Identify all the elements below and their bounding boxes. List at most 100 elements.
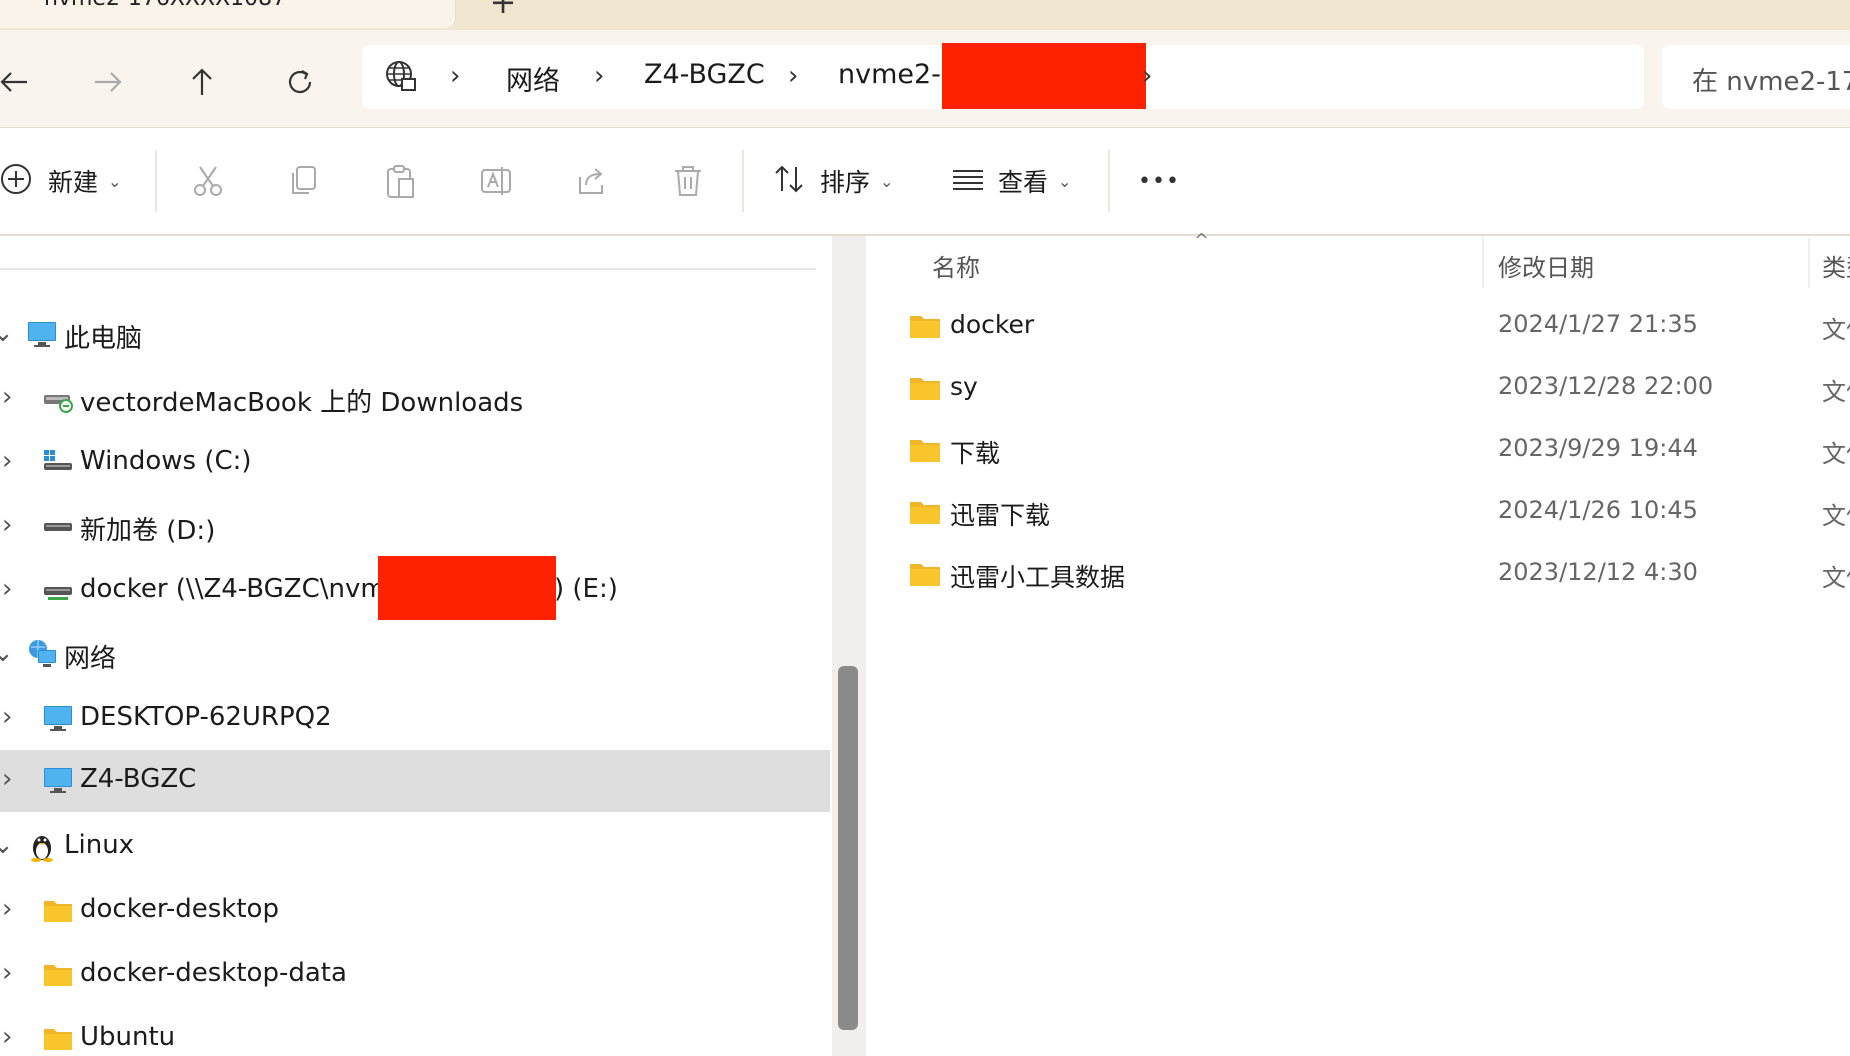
new-button[interactable]: 新建 ⌄	[0, 156, 121, 206]
folder-icon	[44, 901, 72, 922]
address-bar[interactable]: › 网络 › Z4-BGZC › nvme2-1 ›	[362, 43, 1644, 109]
tab-active[interactable]: nvme2-176XXXX1087 ✕	[0, 0, 456, 28]
nav-item-desktop-62urpq2[interactable]: › DESKTOP-62URPQ2	[0, 688, 830, 750]
breadcrumb-separator: ›	[1142, 61, 1153, 91]
network-drive-icon	[44, 587, 72, 600]
more-options-button[interactable]: •••	[1138, 156, 1180, 206]
share-button[interactable]	[574, 156, 610, 206]
refresh-button[interactable]	[270, 52, 330, 112]
nav-item-label: docker-desktop	[80, 894, 279, 924]
divider	[742, 150, 744, 212]
column-header-modified[interactable]: 修改日期	[1498, 248, 1594, 283]
nav-item-windows-c[interactable]: › Windows (C:)	[0, 432, 830, 494]
chevron-down-icon[interactable]: ⌄	[0, 318, 14, 348]
nav-item-z4-bgzc[interactable]: › Z4-BGZC	[0, 750, 830, 812]
file-name: 迅雷小工具数据	[950, 563, 1126, 592]
arrow-right-icon	[95, 72, 122, 92]
network-icon	[29, 640, 56, 667]
plus-circle-icon	[0, 161, 36, 201]
drive-icon	[44, 523, 72, 531]
chevron-right-icon[interactable]: ›	[2, 510, 12, 540]
view-label: 查看	[998, 168, 1049, 197]
chevron-right-icon[interactable]: ›	[2, 894, 12, 924]
file-row[interactable]: docker 2024/1/27 21:35 文件	[868, 298, 1850, 356]
file-name: docker	[950, 310, 1035, 339]
nav-item-label: Windows (C:)	[80, 446, 252, 476]
breadcrumb-item-network[interactable]: 网络	[506, 59, 560, 98]
new-tab-button[interactable]: +	[488, 0, 518, 20]
chevron-right-icon[interactable]: ›	[2, 702, 12, 732]
chevron-right-icon[interactable]: ›	[2, 574, 12, 604]
file-row[interactable]: sy 2023/12/28 22:00 文件	[868, 360, 1850, 418]
file-name: 下载	[950, 439, 1001, 468]
chevron-right-icon[interactable]: ›	[2, 1022, 12, 1052]
more-dots-icon: •••	[1138, 168, 1180, 194]
up-button[interactable]	[172, 52, 232, 112]
breadcrumb-separator: ›	[594, 61, 605, 91]
column-header-name[interactable]: 名称	[932, 248, 980, 283]
rename-icon	[481, 167, 511, 195]
folder-icon	[910, 564, 940, 586]
chevron-right-icon[interactable]: ›	[2, 764, 12, 794]
cut-button[interactable]	[190, 156, 226, 206]
nav-item-label: DESKTOP-62URPQ2	[80, 702, 332, 732]
nav-item-linux[interactable]: ⌄ Linux	[0, 816, 830, 878]
paste-button[interactable]	[382, 156, 418, 206]
scrollbar-thumb[interactable]	[838, 666, 858, 1030]
nav-item-network[interactable]: ⌄ 网络	[0, 624, 830, 686]
nav-item-label-suffix: ) (E:)	[554, 574, 618, 604]
folder-icon	[44, 1029, 72, 1050]
rename-button[interactable]	[478, 156, 514, 206]
nav-item-label: 此电脑	[64, 324, 143, 354]
command-bar: 新建 ⌄ 排序 ⌄ 查看 ⌄ •••	[0, 128, 1850, 236]
file-row[interactable]: 下载 2023/9/29 19:44 文件	[868, 422, 1850, 480]
copy-icon	[292, 166, 316, 194]
nav-item-this-pc[interactable]: ⌄ 此电脑	[0, 304, 830, 366]
file-modified: 2024/1/26 10:45	[1498, 496, 1698, 524]
divider	[1108, 150, 1110, 212]
view-button[interactable]: 查看 ⌄	[950, 156, 1071, 206]
chevron-right-icon[interactable]: ›	[2, 446, 12, 476]
redaction-box	[942, 43, 1146, 109]
nav-item-docker-desktop[interactable]: › docker-desktop	[0, 880, 830, 942]
nav-item-label: 新加卷 (D:)	[80, 516, 216, 546]
delete-button[interactable]	[670, 156, 706, 206]
sort-label: 排序	[820, 168, 871, 197]
breadcrumb-item-nvme2[interactable]: nvme2-1	[838, 59, 958, 90]
back-button[interactable]	[0, 52, 44, 112]
sort-button[interactable]: 排序 ⌄	[772, 156, 893, 206]
list-view-icon	[950, 161, 986, 201]
nav-item-ubuntu[interactable]: › Ubuntu	[0, 1008, 830, 1056]
column-divider[interactable]	[1482, 238, 1484, 288]
nav-item-label: Linux	[64, 830, 135, 860]
folder-icon	[910, 502, 940, 524]
folder-icon	[910, 440, 940, 462]
column-header-type[interactable]: 类型	[1822, 248, 1850, 283]
breadcrumb-item-z4-bgzc[interactable]: Z4-BGZC	[644, 59, 765, 90]
redaction-box	[378, 556, 556, 620]
chevron-right-icon[interactable]: ›	[2, 958, 12, 988]
nav-item-docker-e[interactable]: › docker (\\Z4-BGZC\nvme2 ) (E:)	[0, 556, 830, 622]
clipboard-icon	[387, 165, 414, 198]
computer-icon	[44, 706, 72, 731]
trash-icon	[675, 166, 701, 196]
chevron-down-icon: ⌄	[108, 171, 122, 191]
chevron-down-icon[interactable]: ⌄	[0, 638, 14, 668]
chevron-right-icon[interactable]: ›	[2, 382, 12, 412]
breadcrumb-separator: ›	[450, 61, 461, 91]
forward-button[interactable]	[78, 52, 138, 112]
sort-arrows-icon	[772, 161, 808, 201]
chevron-down-icon[interactable]: ⌄	[0, 830, 14, 860]
nav-item-macbook-downloads[interactable]: › vectordeMacBook 上的 Downloads	[0, 368, 830, 430]
file-row[interactable]: 迅雷小工具数据 2023/12/12 4:30 文件	[868, 546, 1850, 604]
search-input[interactable]: 在 nvme2-17	[1662, 45, 1850, 109]
column-divider[interactable]	[1808, 238, 1810, 288]
refresh-icon	[288, 70, 312, 94]
nav-item-label: docker (\\Z4-BGZC\nvme2	[80, 574, 419, 604]
nav-item-docker-desktop-data[interactable]: › docker-desktop-data	[0, 944, 830, 1006]
copy-button[interactable]	[286, 156, 322, 206]
arrow-up-icon	[192, 68, 212, 95]
file-row[interactable]: 迅雷下载 2024/1/26 10:45 文件	[868, 484, 1850, 542]
tab-bar: nvme2-176XXXX1087 ✕ +	[0, 0, 1850, 30]
nav-item-volume-d[interactable]: › 新加卷 (D:)	[0, 496, 830, 558]
